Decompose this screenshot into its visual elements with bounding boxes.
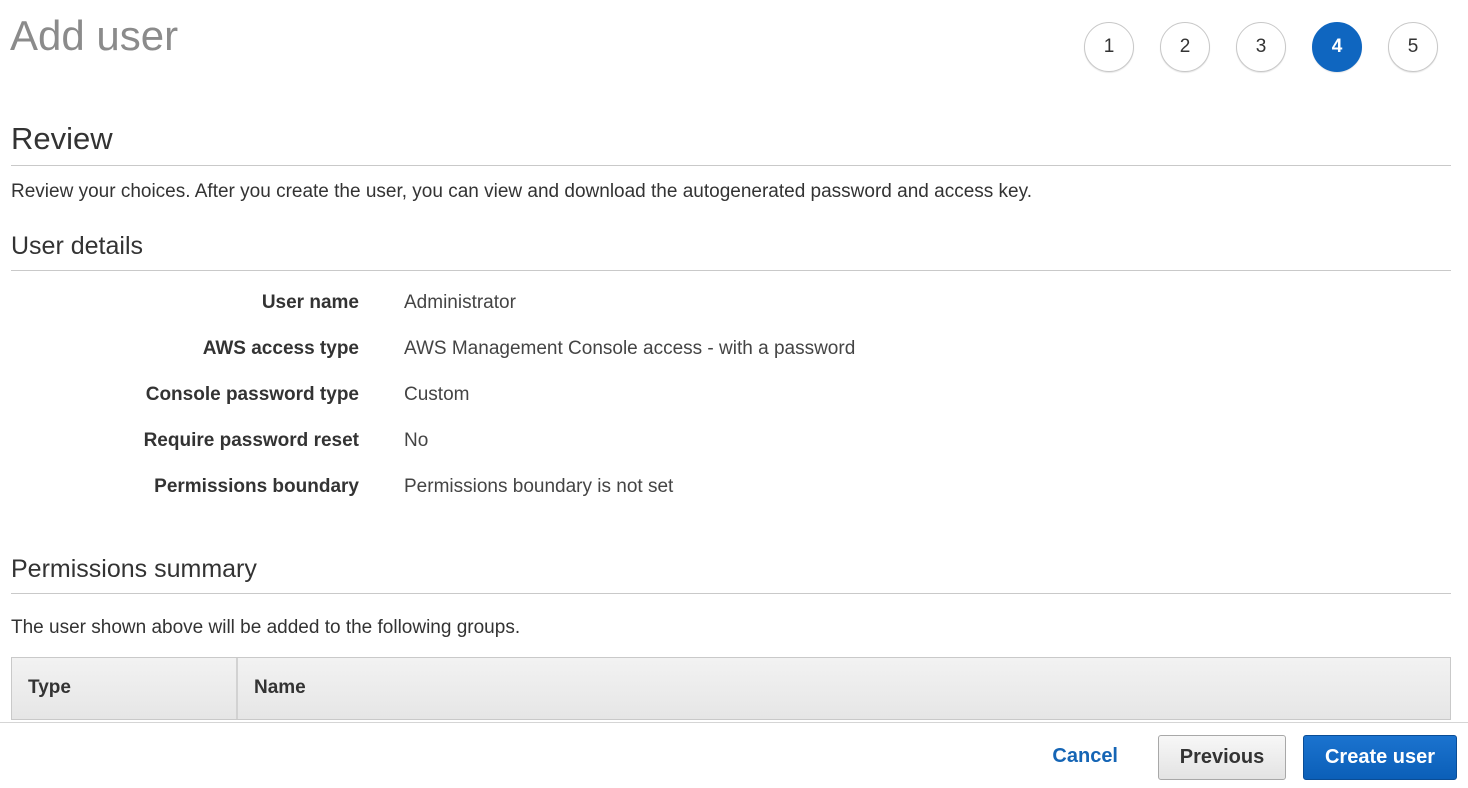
detail-label: AWS access type	[202, 338, 359, 359]
step-3[interactable]: 3	[1236, 22, 1286, 72]
detail-value: AWS Management Console access - with a p…	[404, 338, 856, 359]
user-details-list: User name Administrator AWS access type …	[0, 288, 1000, 518]
create-user-button[interactable]: Create user	[1303, 735, 1457, 780]
cancel-link[interactable]: Cancel	[1052, 745, 1118, 768]
previous-button[interactable]: Previous	[1158, 735, 1286, 780]
detail-row-user-name: User name Administrator	[0, 288, 1000, 334]
user-details-heading: User details	[11, 231, 1451, 271]
groups-table-header: Type Name	[11, 657, 1451, 720]
detail-label: Console password type	[145, 384, 359, 405]
page-title: Add user	[10, 12, 179, 59]
detail-row-password-reset: Require password reset No	[0, 426, 1000, 472]
step-4-current[interactable]: 4	[1312, 22, 1362, 72]
detail-row-access-type: AWS access type AWS Management Console a…	[0, 334, 1000, 380]
detail-label: Permissions boundary	[154, 476, 359, 497]
column-header-name[interactable]: Name	[238, 658, 1450, 719]
detail-row-password-type: Console password type Custom	[0, 380, 1000, 426]
detail-value: Administrator	[404, 292, 516, 313]
detail-row-permissions-boundary: Permissions boundary Permissions boundar…	[0, 472, 1000, 518]
step-2[interactable]: 2	[1160, 22, 1210, 72]
review-heading: Review	[11, 120, 1451, 166]
detail-value: Permissions boundary is not set	[404, 476, 674, 497]
permissions-summary-description: The user shown above will be added to th…	[11, 617, 521, 638]
detail-value: Custom	[404, 384, 470, 405]
detail-label: Require password reset	[143, 430, 359, 451]
detail-value: No	[404, 430, 429, 451]
detail-label: User name	[261, 292, 359, 313]
step-5[interactable]: 5	[1388, 22, 1438, 72]
review-description: Review your choices. After you create th…	[11, 181, 1032, 202]
wizard-footer: Cancel Previous Create user	[0, 722, 1468, 788]
column-header-type[interactable]: Type	[12, 658, 238, 719]
wizard-steps: 1 2 3 4 5	[1084, 22, 1438, 72]
permissions-summary-heading: Permissions summary	[11, 554, 1451, 594]
step-1[interactable]: 1	[1084, 22, 1134, 72]
